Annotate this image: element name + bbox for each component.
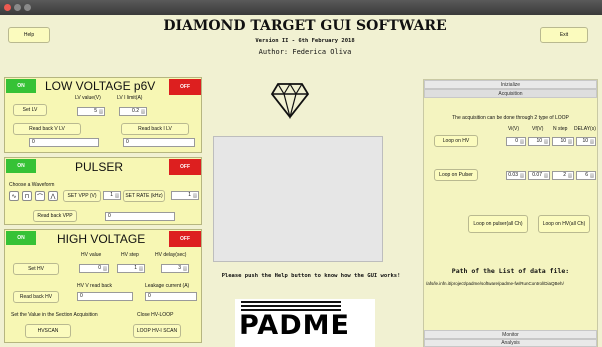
rate-spinner[interactable]: 1: [171, 191, 199, 200]
hv-value-label: HV value: [81, 252, 102, 258]
set-rate-button[interactable]: SET RATE (kHz): [123, 190, 165, 202]
version-text: Version II - 6th February 2018: [255, 38, 355, 44]
square-wave-icon[interactable]: ⊓: [22, 191, 32, 201]
set-hv-button[interactable]: Set HV: [13, 263, 59, 275]
hvscan-button[interactable]: HVSCAN: [25, 324, 71, 338]
lv-off-button[interactable]: OFF: [169, 79, 201, 95]
delay-header: DELAY(s): [574, 126, 596, 132]
hv-value-spinner[interactable]: 0: [79, 264, 109, 273]
diamond-logo-icon: [270, 82, 310, 119]
hv-v-readback-label: HV V read back: [77, 283, 113, 289]
vpp-readback-field[interactable]: 0: [105, 212, 175, 221]
hv-loop-vf-spinner[interactable]: 10: [528, 137, 550, 146]
vi-header: Vi(V): [508, 126, 520, 132]
vpp-spinner[interactable]: 1: [103, 191, 121, 200]
path-title: Path of the List of data file:: [451, 267, 570, 275]
hv-delay-spinner[interactable]: 3: [161, 264, 189, 273]
hv-delay-label: HV delay(sec): [155, 252, 187, 258]
pulser-panel: ON OFF PULSER Choose a Waveform ∿ ⊓ ⌒ ⋀ …: [4, 157, 202, 225]
maximize-window-icon[interactable]: [24, 4, 31, 11]
hv-off-button[interactable]: OFF: [169, 231, 201, 247]
close-hv-loop-note: Close HV-LOOP: [137, 312, 174, 318]
right-panel: Inizialize Acquisition The acquisition c…: [423, 79, 598, 347]
close-window-icon[interactable]: [4, 4, 11, 11]
hv-step-spinner[interactable]: 1: [117, 264, 145, 273]
loop-on-pulser-button[interactable]: Loop on Pulser: [434, 169, 478, 181]
leakage-current-field[interactable]: 0: [145, 292, 197, 301]
tab-acquisition[interactable]: Acquisition: [424, 89, 597, 98]
plot-area: [213, 136, 383, 262]
tab-inizialize[interactable]: Inizialize: [424, 80, 597, 89]
loop-on-pulser-all-button[interactable]: Loop on pulser(all Ch): [468, 215, 528, 233]
read-back-i-lv-button[interactable]: Read back I LV: [121, 123, 189, 135]
loop-on-hv-all-button[interactable]: Loop on HV(all Ch): [538, 215, 590, 233]
hv-loop-nstep-spinner[interactable]: 10: [552, 137, 574, 146]
lv-value-label: LV value(V): [75, 95, 101, 101]
pulser-loop-vi-spinner[interactable]: 0.03: [506, 171, 526, 180]
read-back-vpp-button[interactable]: Read back VPP: [33, 210, 77, 222]
ramp-wave-icon[interactable]: ⌒: [35, 191, 45, 201]
lv-limit-label: LV I limit(A): [117, 95, 143, 101]
set-lv-button[interactable]: Set LV: [13, 104, 47, 116]
nstep-header: N step: [553, 126, 568, 132]
waveform-label: Choose a Waveform: [9, 182, 55, 188]
padme-logo: PADME: [235, 299, 375, 347]
lv-i-readback-field[interactable]: 0: [123, 138, 195, 147]
vf-header: Vf(V): [532, 126, 544, 132]
lv-v-readback-field[interactable]: 0: [29, 138, 99, 147]
help-hint-text: Please push the Help button to know how …: [221, 273, 401, 279]
pulser-on-button[interactable]: ON: [6, 159, 36, 173]
page-title: DIAMOND TARGET GUI SOFTWARE: [163, 18, 447, 34]
pulser-panel-title: PULSER: [75, 160, 124, 174]
pulser-loop-delay-spinner[interactable]: 6: [576, 171, 596, 180]
set-vpp-button[interactable]: SET VPP (V): [63, 190, 101, 202]
pulser-loop-nstep-spinner[interactable]: 2: [552, 171, 574, 180]
help-button[interactable]: Help: [8, 27, 50, 43]
pulser-off-button[interactable]: OFF: [169, 159, 201, 175]
hv-panel-title: HIGH VOLTAGE: [57, 232, 146, 246]
set-value-note: Set the Value in the Section Acquisition: [11, 312, 98, 318]
lv-value-spinner[interactable]: 5: [77, 107, 105, 116]
main-window: Help Exit DIAMOND TARGET GUI SOFTWARE Ve…: [0, 15, 602, 347]
hv-step-label: HV step: [121, 252, 139, 258]
high-voltage-panel: ON OFF HIGH VOLTAGE HV value HV step HV …: [4, 229, 202, 343]
lv-panel-title: LOW VOLTAGE p6V: [45, 79, 156, 93]
exit-button[interactable]: Exit: [540, 27, 588, 43]
hv-on-button[interactable]: ON: [6, 231, 36, 245]
lv-limit-spinner[interactable]: 0.2: [119, 107, 147, 116]
acquisition-note: The acquisition can be done through 2 ty…: [452, 115, 569, 121]
path-value: /afs/le.infn.it/project/padme/software/p…: [426, 281, 564, 286]
tab-monitor[interactable]: Monitor: [424, 330, 597, 339]
logo-stripe: [241, 305, 341, 307]
minimize-window-icon[interactable]: [14, 4, 21, 11]
loop-on-hv-button[interactable]: Loop on HV: [434, 135, 478, 147]
pulse-wave-icon[interactable]: ⋀: [48, 191, 58, 201]
low-voltage-panel: ON OFF LOW VOLTAGE p6V LV value(V) LV I …: [4, 77, 202, 153]
hv-v-readback-field[interactable]: 0: [77, 292, 133, 301]
loop-hv-i-scan-button[interactable]: LOOP HV-I SCAN: [133, 324, 181, 338]
read-back-hv-button[interactable]: Read back HV: [13, 291, 59, 303]
hv-loop-vi-spinner[interactable]: 0: [506, 137, 526, 146]
read-back-v-lv-button[interactable]: Read back V LV: [13, 123, 81, 135]
sine-wave-icon[interactable]: ∿: [9, 191, 19, 201]
author-text: Author: Federica Oliva: [258, 48, 352, 56]
tab-analysis[interactable]: Analysis: [424, 339, 597, 347]
hv-loop-delay-spinner[interactable]: 10: [576, 137, 596, 146]
pulser-loop-vf-spinner[interactable]: 0.07: [528, 171, 550, 180]
logo-stripe: [241, 301, 341, 303]
padme-logo-text: PADME: [239, 310, 350, 341]
lv-on-button[interactable]: ON: [6, 79, 36, 93]
window-titlebar: [0, 0, 602, 15]
leakage-current-label: Leakage current (A): [145, 283, 190, 289]
